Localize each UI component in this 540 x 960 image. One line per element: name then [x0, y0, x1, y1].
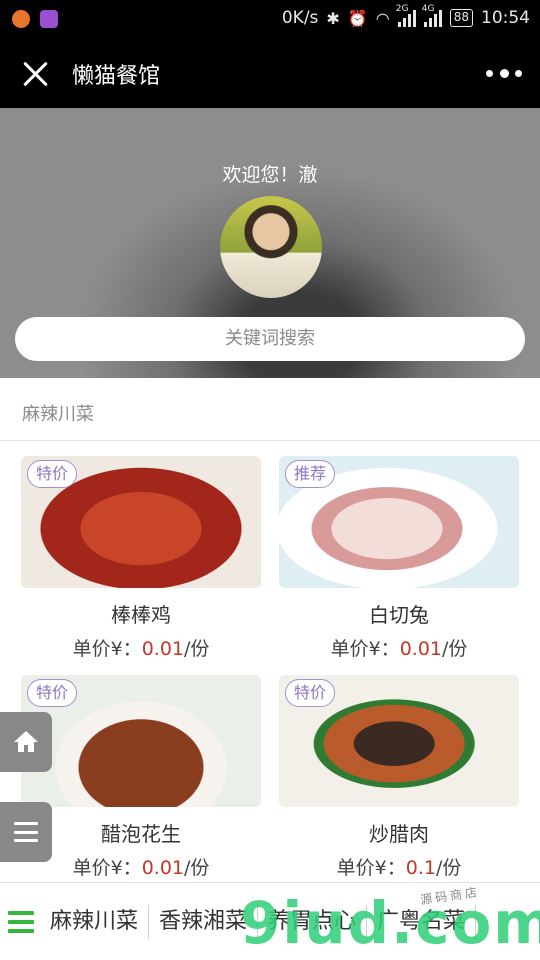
product-name: 白切兔 — [369, 603, 429, 627]
category-menu-icon[interactable] — [8, 911, 34, 933]
product-price: 单价¥：0.01/份 — [72, 638, 210, 660]
close-icon[interactable] — [18, 56, 54, 92]
notification-icons — [12, 10, 58, 28]
bluetooth-icon: ✱ — [326, 8, 340, 28]
gallery-notification-icon — [40, 10, 58, 28]
signal-4g-icon: 4G — [422, 4, 442, 27]
title-bar: 懒猫餐馆 — [0, 38, 540, 108]
product-image[interactable]: 特价 — [21, 675, 261, 807]
product-name: 炒腊肉 — [369, 822, 429, 846]
alarm-icon: ⏰ — [347, 8, 368, 28]
product-badge: 特价 — [27, 679, 78, 707]
product-name: 醋泡花生 — [101, 822, 181, 846]
menu-button[interactable] — [0, 802, 52, 862]
product-badge: 特价 — [27, 460, 78, 488]
status-bar: 0K/s ✱ ⏰ ◠ 2G 4G 88 10:54 — [0, 0, 540, 38]
menu-icon — [14, 822, 38, 842]
product-image[interactable]: 特价 — [21, 456, 261, 588]
wifi-icon: ◠ — [375, 8, 390, 28]
category-title: 麻辣川菜 — [22, 404, 94, 425]
nav-item-sichuan[interactable]: 麻辣川菜 — [40, 905, 150, 939]
more-options-icon[interactable] — [486, 62, 522, 84]
app-notification-icon — [12, 10, 30, 28]
product-badge: 推荐 — [285, 460, 336, 488]
product-price: 单价¥：0.01/份 — [72, 857, 210, 879]
search-input[interactable]: 关键词搜索 — [15, 317, 525, 361]
product-name: 棒棒鸡 — [111, 603, 171, 627]
home-icon — [14, 731, 38, 753]
page-title: 懒猫餐馆 — [72, 64, 161, 89]
watermark: 9iud.com — [240, 889, 540, 957]
product-image[interactable]: 推荐 — [279, 456, 519, 588]
network-speed: 0K/s — [281, 8, 319, 28]
product-image[interactable]: 特价 — [279, 675, 519, 807]
product-price: 单价¥：0.1/份 — [336, 857, 462, 879]
category-nav: 麻辣川菜 香辣湘菜 养胃点心 广粤名菜 9iud.com 源码商店 — [0, 882, 540, 960]
home-button[interactable] — [0, 712, 52, 772]
category-header: 麻辣川菜 — [0, 378, 540, 441]
welcome-text: 欢迎您！澈 — [222, 164, 318, 186]
hero-banner: 欢迎您！澈 关键词搜索 — [0, 108, 540, 378]
clock: 10:54 — [481, 8, 530, 28]
product-badge: 特价 — [285, 679, 336, 707]
signal-2g-icon: 2G — [396, 4, 416, 27]
product-price: 单价¥：0.01/份 — [330, 638, 468, 660]
avatar[interactable] — [220, 196, 322, 298]
battery-icon: 88 — [449, 9, 473, 27]
